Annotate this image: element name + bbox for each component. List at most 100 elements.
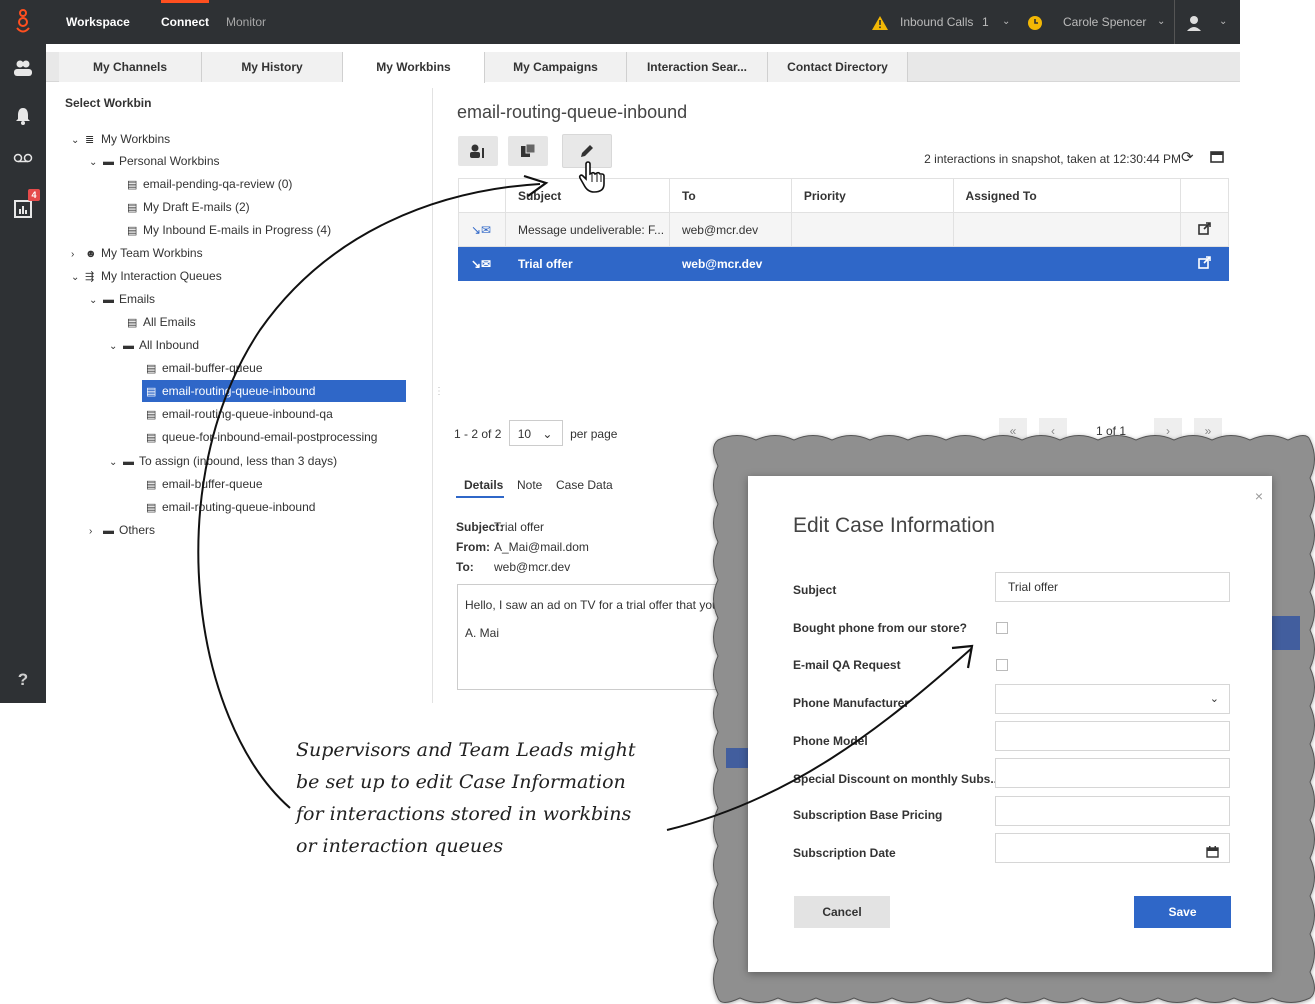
chevron-down-icon[interactable]: ⌄ [109,452,123,474]
tab-note[interactable]: Note [517,478,542,492]
voicemail-icon[interactable] [0,142,46,174]
tab-my-workbins[interactable]: My Workbins [343,52,485,83]
workspace-menu[interactable]: Workspace [66,0,130,44]
tab-my-channels[interactable]: My Channels [59,52,202,82]
column-header-assigned-to[interactable]: Assigned To [952,178,1182,213]
annotation-callout: Supervisors and Team Leads might be set … [296,734,706,862]
subscription-date-field[interactable] [995,833,1230,863]
move-to-workbin-button[interactable] [508,136,548,166]
tab-case-data[interactable]: Case Data [556,478,613,492]
page-indicator: 1 of 1 [1096,424,1127,438]
interactions-table: Subject To Priority Assigned To ↘✉ Messa… [458,178,1229,281]
bought-phone-checkbox[interactable] [996,622,1008,634]
inbound-calls-chevron-down-icon[interactable]: ⌄ [1002,0,1010,44]
refresh-icon[interactable]: ⟳ [1181,148,1194,166]
tree-item-to-assign[interactable]: ⌄ ▬ To assign (inbound, less than 3 days) [109,450,337,472]
subscription-base-pricing-field[interactable] [995,796,1230,826]
subject-field[interactable]: Trial offer [995,572,1230,602]
select-workbin-header: Select Workbin [65,96,152,110]
email-qa-request-checkbox[interactable] [996,659,1008,671]
tab-contact-directory[interactable]: Contact Directory [768,52,908,82]
tree-item-label: My Interaction Queues [101,269,222,283]
main-tab-strip: My Channels My History My Workbins My Ca… [46,52,1240,83]
tree-item-email-routing-queue-inbound-qa[interactable]: ▤ email-routing-queue-inbound-qa [146,403,333,425]
save-button[interactable]: Save [1134,896,1231,928]
tree-item-emails[interactable]: ⌄ ▬ Emails [89,288,155,310]
message-body[interactable]: Hello, I saw an ad on TV for a trial off… [457,584,737,690]
table-header-row: Subject To Priority Assigned To [458,178,1229,213]
help-icon[interactable]: ? [0,664,46,696]
table-row-selected[interactable]: ↘✉ Trial offer web@mcr.dev [458,246,1229,281]
tree-item-queue-for-inbound-postprocessing[interactable]: ▤ queue-for-inbound-email-postprocessing [146,426,377,448]
tab-my-campaigns[interactable]: My Campaigns [485,52,627,82]
agent-chevron-down-icon[interactable]: ⌄ [1219,0,1227,44]
assign-button[interactable] [458,136,498,166]
tree-item-my-inbound-emails[interactable]: ▤ My Inbound E-mails in Progress (4) [127,219,331,241]
tree-item-label: email-buffer-queue [162,477,263,491]
panel-splitter[interactable]: ⋮ [432,88,444,703]
tree-item-email-routing-queue-inbound-2[interactable]: ▤ email-routing-queue-inbound [146,496,315,518]
tree-item-email-routing-queue-inbound[interactable]: ▤ email-routing-queue-inbound [142,380,406,402]
inbound-calls-label[interactable]: Inbound Calls [900,0,973,44]
chevron-down-icon[interactable]: ⌄ [109,336,123,358]
calendar-icon[interactable] [1206,841,1219,869]
chevron-down-icon[interactable]: ⌄ [89,152,103,174]
table-row[interactable]: ↘✉ Message undeliverable: F... web@mcr.d… [458,212,1229,247]
user-chevron-down-icon[interactable]: ⌄ [1157,0,1165,44]
chevron-down-icon[interactable]: ⌄ [71,267,85,289]
connect-view-tab[interactable]: Connect [161,0,209,44]
row-to: web@mcr.dev [668,212,792,247]
field-label-email-qa-request: E-mail QA Request [793,658,901,672]
tree-item-label: To assign (inbound, less than 3 days) [139,454,338,468]
tree-item-email-pending-qa-review[interactable]: ▤ email-pending-qa-review (0) [127,173,292,195]
column-header-to[interactable]: To [668,178,792,213]
tree-item-label: My Inbound E-mails in Progress (4) [143,223,332,237]
tree-item-email-buffer-queue-2[interactable]: ▤ email-buffer-queue [146,473,263,495]
phone-model-field[interactable] [995,721,1230,751]
first-page-button[interactable]: « [999,418,1027,444]
cancel-button[interactable]: Cancel [794,896,890,928]
tree-item-my-draft-emails[interactable]: ▤ My Draft E-mails (2) [127,196,250,218]
chevron-right-icon[interactable]: › [89,521,103,543]
tree-item-all-inbound[interactable]: ⌄ ▬ All Inbound [109,334,199,356]
field-label-phone-model: Phone Model [793,734,868,748]
monitor-view-tab[interactable]: Monitor [226,0,266,44]
notifications-bell-icon[interactable] [0,100,46,132]
agent-avatar-icon[interactable] [1186,0,1202,44]
chevron-right-icon[interactable]: › [71,244,85,266]
open-interaction-icon[interactable] [1180,212,1229,247]
phone-manufacturer-select[interactable]: ⌄ [995,684,1230,714]
page-size-select[interactable]: 10 ⌄ [508,420,563,446]
tree-item-others[interactable]: › ▬ Others [89,519,155,541]
tree-item-label: email-routing-queue-inbound-qa [162,407,333,421]
tree-item-label: All Emails [143,315,196,329]
team-communicator-icon[interactable] [0,52,46,84]
prev-page-button[interactable]: ‹ [1039,418,1067,444]
tree-item-email-buffer-queue[interactable]: ▤ email-buffer-queue [146,357,263,379]
maximize-icon[interactable] [1210,150,1224,167]
chevron-down-icon[interactable]: ⌄ [89,290,103,312]
folder-icon: ▬ [123,456,134,468]
tree-item-my-workbins[interactable]: ⌄ ≣ My Workbins [71,128,170,150]
pager-range: 1 - 2 of 2 [454,427,502,441]
special-discount-field[interactable] [995,758,1230,788]
tree-item-label: My Draft E-mails (2) [143,200,250,214]
tree-item-all-emails[interactable]: ▤ All Emails [127,311,196,333]
tree-item-my-interaction-queues[interactable]: ⌄ ⇶ My Interaction Queues [71,265,222,287]
tab-details[interactable]: Details [464,478,503,492]
chevron-down-icon[interactable]: ⌄ [71,130,85,152]
move-icon [521,144,535,157]
annotation-line: or interaction queues [296,835,504,857]
last-page-button[interactable]: » [1194,418,1222,444]
column-header-priority[interactable]: Priority [790,178,954,213]
tree-item-personal-workbins[interactable]: ⌄ ▬ Personal Workbins [89,150,220,172]
close-icon[interactable]: × [1255,488,1263,504]
tab-interaction-search[interactable]: Interaction Sear... [627,52,768,82]
open-interaction-icon[interactable] [1180,246,1229,281]
tab-my-history[interactable]: My History [202,52,343,82]
tree-item-my-team-workbins[interactable]: › ☻ My Team Workbins [71,242,203,264]
next-page-button[interactable]: › [1154,418,1182,444]
splitter-grip-icon[interactable]: ⋮ [434,386,444,397]
per-page-label: per page [570,427,618,441]
user-name[interactable]: Carole Spencer [1063,0,1146,44]
